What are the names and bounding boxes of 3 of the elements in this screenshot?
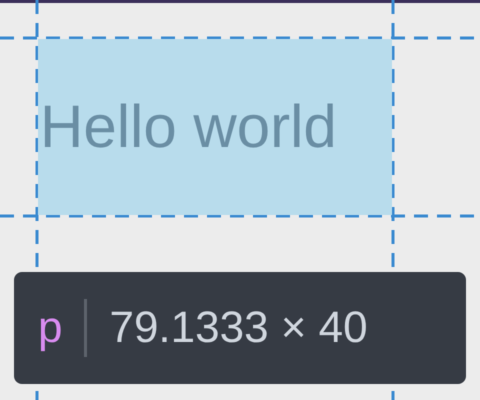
- paragraph-text: Hello world: [39, 97, 337, 157]
- tag-name: p: [38, 306, 62, 350]
- element-dimensions: 79.1333 × 40: [109, 306, 368, 350]
